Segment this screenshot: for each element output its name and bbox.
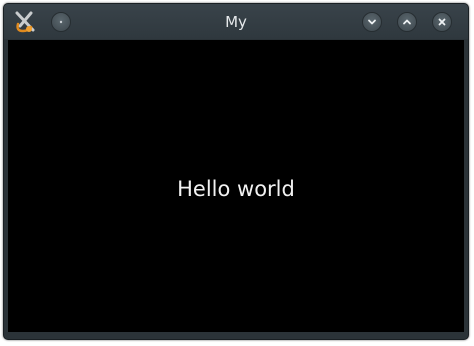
close-button[interactable]	[432, 12, 452, 32]
window-content: Hello world	[8, 40, 464, 332]
chevron-down-icon	[368, 19, 376, 25]
minimize-button[interactable]	[362, 12, 382, 32]
chevron-up-icon	[403, 19, 411, 25]
app-window: My Hello world	[3, 3, 469, 340]
hello-label: Hello world	[177, 177, 295, 201]
close-icon	[438, 18, 446, 26]
title-bar[interactable]: My	[4, 4, 468, 39]
maximize-button[interactable]	[397, 12, 417, 32]
